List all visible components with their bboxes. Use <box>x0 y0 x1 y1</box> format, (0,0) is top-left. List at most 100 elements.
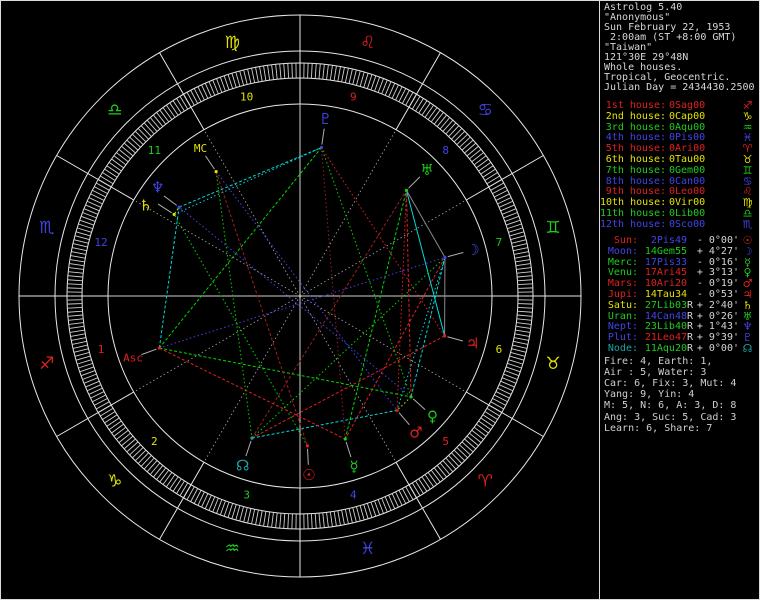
house-number-6: 6 <box>496 343 503 356</box>
degree-tick <box>80 220 94 225</box>
capricorn-sign-icon: ♑ <box>107 471 122 491</box>
degree-tick <box>327 65 329 80</box>
degree-tick <box>69 323 84 325</box>
degree-tick <box>319 64 320 79</box>
house-label: 8th house: <box>600 176 666 187</box>
degree-tick <box>284 513 285 528</box>
satu-pointer-line <box>158 204 171 213</box>
retrograde-flag: R <box>687 300 694 311</box>
degree-tick <box>268 512 270 527</box>
planet-row-nept: Nept:23Lib40R+ 1°43'♆ <box>600 321 758 332</box>
degree-tick <box>71 334 86 337</box>
house-number-2: 2 <box>151 435 158 448</box>
house-number-3: 3 <box>243 488 250 501</box>
house-row-1: 1st house:0Sag00♐ <box>600 100 758 111</box>
house-cusp-value: 0Can00 <box>669 176 729 187</box>
degree-tick <box>138 128 148 139</box>
degree-tick <box>515 334 530 337</box>
degree-tick <box>102 173 115 181</box>
house-cusp-value: 0Lib00 <box>669 208 729 219</box>
sun-pointer-line <box>308 449 309 465</box>
degree-tick <box>280 513 281 528</box>
house-cusp-value: 0Pis00 <box>669 132 729 143</box>
degree-tick <box>330 512 332 527</box>
degree-tick <box>512 345 527 348</box>
degree-tick <box>449 126 459 137</box>
degree-tick <box>114 427 126 436</box>
degree-tick <box>491 402 504 409</box>
degree-tick <box>516 264 531 266</box>
degree-tick <box>130 445 141 455</box>
degree-tick <box>264 66 266 81</box>
degree-tick <box>356 71 360 85</box>
degree-tick <box>228 503 233 517</box>
aspect-line-mc-tri-node <box>216 172 252 438</box>
wheel-planet-nept-icon: ♆ <box>151 178 164 196</box>
degree-tick <box>163 107 172 119</box>
degree-tick <box>479 162 491 171</box>
degree-tick <box>454 131 465 142</box>
house-row-12: 12th house:0Sco00♏ <box>600 219 758 230</box>
degree-tick <box>132 134 143 144</box>
planet-velocity: + 4°27' <box>694 246 739 257</box>
aspect-line-asc-tri-plut <box>159 148 321 348</box>
degree-tick <box>517 276 532 277</box>
degree-tick <box>122 436 133 446</box>
degree-tick <box>144 123 154 134</box>
degree-tick <box>124 439 135 449</box>
degree-tick <box>236 506 240 520</box>
degree-tick <box>150 118 160 129</box>
planet-row-moon: Moon:14Gem55+ 4°27'☽ <box>600 246 758 257</box>
degree-tick <box>308 514 309 529</box>
degree-tick <box>476 424 488 433</box>
moon-degree-dot <box>443 256 446 259</box>
planet-position-value: 14Gem55 <box>640 246 687 257</box>
degree-tick <box>451 128 461 139</box>
degree-tick <box>349 508 352 523</box>
stats-line-4: Yang: 9, Yin: 4 <box>604 390 694 400</box>
retrograde-flag: R <box>687 311 694 322</box>
degree-tick <box>75 352 89 356</box>
degree-tick <box>457 447 468 457</box>
planet-position-value: 2Pis49 <box>640 235 687 246</box>
degree-tick <box>147 461 157 472</box>
jupi-degree-dot <box>443 334 446 337</box>
degree-tick <box>272 512 274 527</box>
planet-row-uran: Uran:14Can48R+ 0°26'♅ <box>600 311 758 322</box>
wheel-planet-plut-icon: ♇ <box>319 110 332 128</box>
degree-tick <box>180 483 188 496</box>
degree-tick <box>256 510 259 525</box>
degree-tick <box>100 408 113 416</box>
wheel-planet-venu-icon: ♀ <box>427 407 438 425</box>
house-row-10: 10th house:0Vir00♍ <box>600 197 758 208</box>
degree-tick <box>518 284 533 285</box>
degree-tick <box>232 504 236 518</box>
wheel-planet-jupi-icon: ♃ <box>466 335 479 353</box>
degree-tick <box>330 65 332 80</box>
degree-tick <box>349 69 352 84</box>
degree-tick <box>483 415 496 423</box>
planet-position-value: 21Leo47 <box>640 332 687 343</box>
degree-tick <box>69 326 84 328</box>
degree-tick <box>338 511 341 526</box>
degree-tick <box>244 70 248 85</box>
house-number-8: 8 <box>442 144 449 157</box>
degree-tick <box>515 260 530 262</box>
house-cusp-ray <box>134 200 300 296</box>
degree-tick <box>323 513 325 528</box>
house-number-9: 9 <box>350 91 357 104</box>
degree-tick <box>511 352 525 356</box>
degree-tick <box>428 107 437 119</box>
degree-tick <box>138 453 148 464</box>
mc-pointer-line <box>205 156 214 169</box>
degree-tick <box>109 421 121 430</box>
degree-tick <box>311 63 312 78</box>
plut-pointer-line <box>322 129 324 145</box>
asc-degree-dot <box>158 346 161 349</box>
degree-tick <box>518 288 533 289</box>
uran-degree-dot <box>405 189 408 192</box>
merc-pointer-line <box>346 442 351 457</box>
stats-line-7: Learn: 6, Share: 7 <box>604 424 712 434</box>
degree-tick <box>434 112 443 124</box>
degree-tick <box>434 468 443 480</box>
